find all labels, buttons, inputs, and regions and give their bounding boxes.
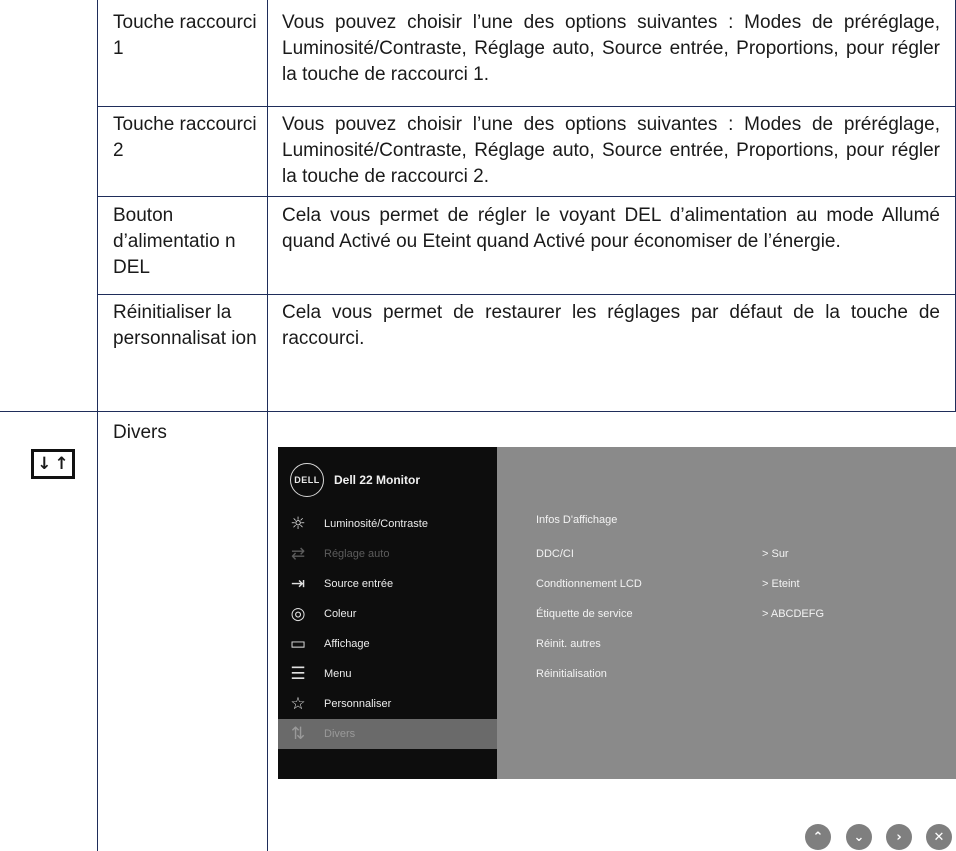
osd-menu-divers: ⇅ Divers bbox=[278, 719, 497, 749]
divers-icon: ↓ ↑ bbox=[31, 449, 75, 479]
osd-option-ddc-ci: DDC/CI bbox=[536, 548, 574, 560]
row-divider bbox=[97, 294, 955, 295]
brightness-icon: ☼ bbox=[290, 514, 306, 534]
section-divider bbox=[0, 411, 956, 412]
row-desc-shortcut-1: Vous pouvez choisir l’une des options su… bbox=[282, 12, 940, 85]
star-icon: ☆ bbox=[290, 694, 306, 714]
osd-menu-label: Personnaliser bbox=[324, 698, 392, 710]
row-desc-power-led: Cela vous permet de régler le voyant DEL… bbox=[282, 205, 940, 252]
osd-menu-brightness: ☼ Luminosité/Contraste bbox=[278, 509, 497, 539]
menu-icon: ☰ bbox=[290, 664, 306, 684]
osd-option-factory-reset: Réinitialisation bbox=[536, 668, 607, 680]
row-desc-shortcut-2: Vous pouvez choisir l’une des options su… bbox=[282, 114, 940, 187]
table-border-middle bbox=[267, 0, 268, 851]
osd-option-service-tag: Étiquette de service bbox=[536, 608, 633, 620]
osd-menu-display: ▭ Affichage bbox=[278, 629, 497, 659]
osd-option-lcd-conditioning-value: > Eteint bbox=[762, 578, 800, 590]
osd-option-display-info: Infos D'affichage bbox=[536, 514, 618, 526]
row-desc-reset-personalization: Cela vous permet de restaurer les réglag… bbox=[282, 302, 940, 349]
osd-menu-label: Divers bbox=[324, 728, 356, 740]
osd-menu-menu: ☰ Menu bbox=[278, 659, 497, 689]
osd-menu-personalize: ☆ Personnaliser bbox=[278, 689, 497, 719]
row-name-power-led: Bouton d’alimentatio n DEL bbox=[113, 205, 236, 278]
osd-header: DELL Dell 22 Monitor bbox=[290, 463, 420, 497]
osd-menu-auto-adjust: ⇄ Réglage auto bbox=[278, 539, 497, 569]
osd-menu-label: Source entrée bbox=[324, 578, 394, 590]
close-icon: ✕ bbox=[926, 824, 952, 850]
row-divider bbox=[97, 196, 955, 197]
row-name-shortcut-1: Touche raccourci 1 bbox=[113, 12, 257, 59]
color-icon: ◎ bbox=[290, 604, 306, 624]
chevron-down-icon: ⌄ bbox=[846, 824, 872, 850]
osd-menu-color: ◎ Coleur bbox=[278, 599, 497, 629]
osd-menu-label: Réglage auto bbox=[324, 548, 390, 560]
dell-logo: DELL bbox=[290, 463, 324, 497]
auto-adjust-icon: ⇄ bbox=[290, 544, 306, 564]
chevron-up-icon: ⌃ bbox=[805, 824, 831, 850]
osd-option-service-tag-value: > ABCDEFG bbox=[762, 608, 825, 620]
osd-model-name: Dell 22 Monitor bbox=[334, 473, 421, 487]
display-icon: ▭ bbox=[289, 634, 307, 654]
table-border-left bbox=[97, 0, 98, 851]
osd-sidebar: DELL Dell 22 Monitor ☼ Luminosité/Contra… bbox=[278, 447, 497, 779]
osd-menu-label: Luminosité/Contraste bbox=[324, 518, 428, 530]
row-name-shortcut-2: Touche raccourci 2 bbox=[113, 114, 257, 161]
row-divider bbox=[97, 106, 955, 107]
osd-menu-label: Affichage bbox=[324, 638, 370, 650]
osd-menu-screenshot: DELL Dell 22 Monitor ☼ Luminosité/Contra… bbox=[278, 447, 956, 779]
section-name-divers: Divers bbox=[113, 422, 167, 443]
divers-icon: ⇅ bbox=[290, 724, 306, 744]
osd-menu-input-source: ⇥ Source entrée bbox=[278, 569, 497, 599]
osd-menu-label: Coleur bbox=[324, 608, 357, 620]
osd-option-lcd-conditioning: Condtionnement LCD bbox=[536, 578, 642, 590]
chevron-right-icon: › bbox=[886, 824, 912, 850]
row-name-reset-personalization: Réinitialiser la personnalisat ion bbox=[113, 302, 257, 349]
osd-menu-label: Menu bbox=[324, 668, 352, 680]
osd-option-ddc-ci-value: > Sur bbox=[762, 548, 789, 560]
input-source-icon: ⇥ bbox=[290, 574, 306, 594]
osd-option-reset-others: Réinit. autres bbox=[536, 638, 601, 650]
